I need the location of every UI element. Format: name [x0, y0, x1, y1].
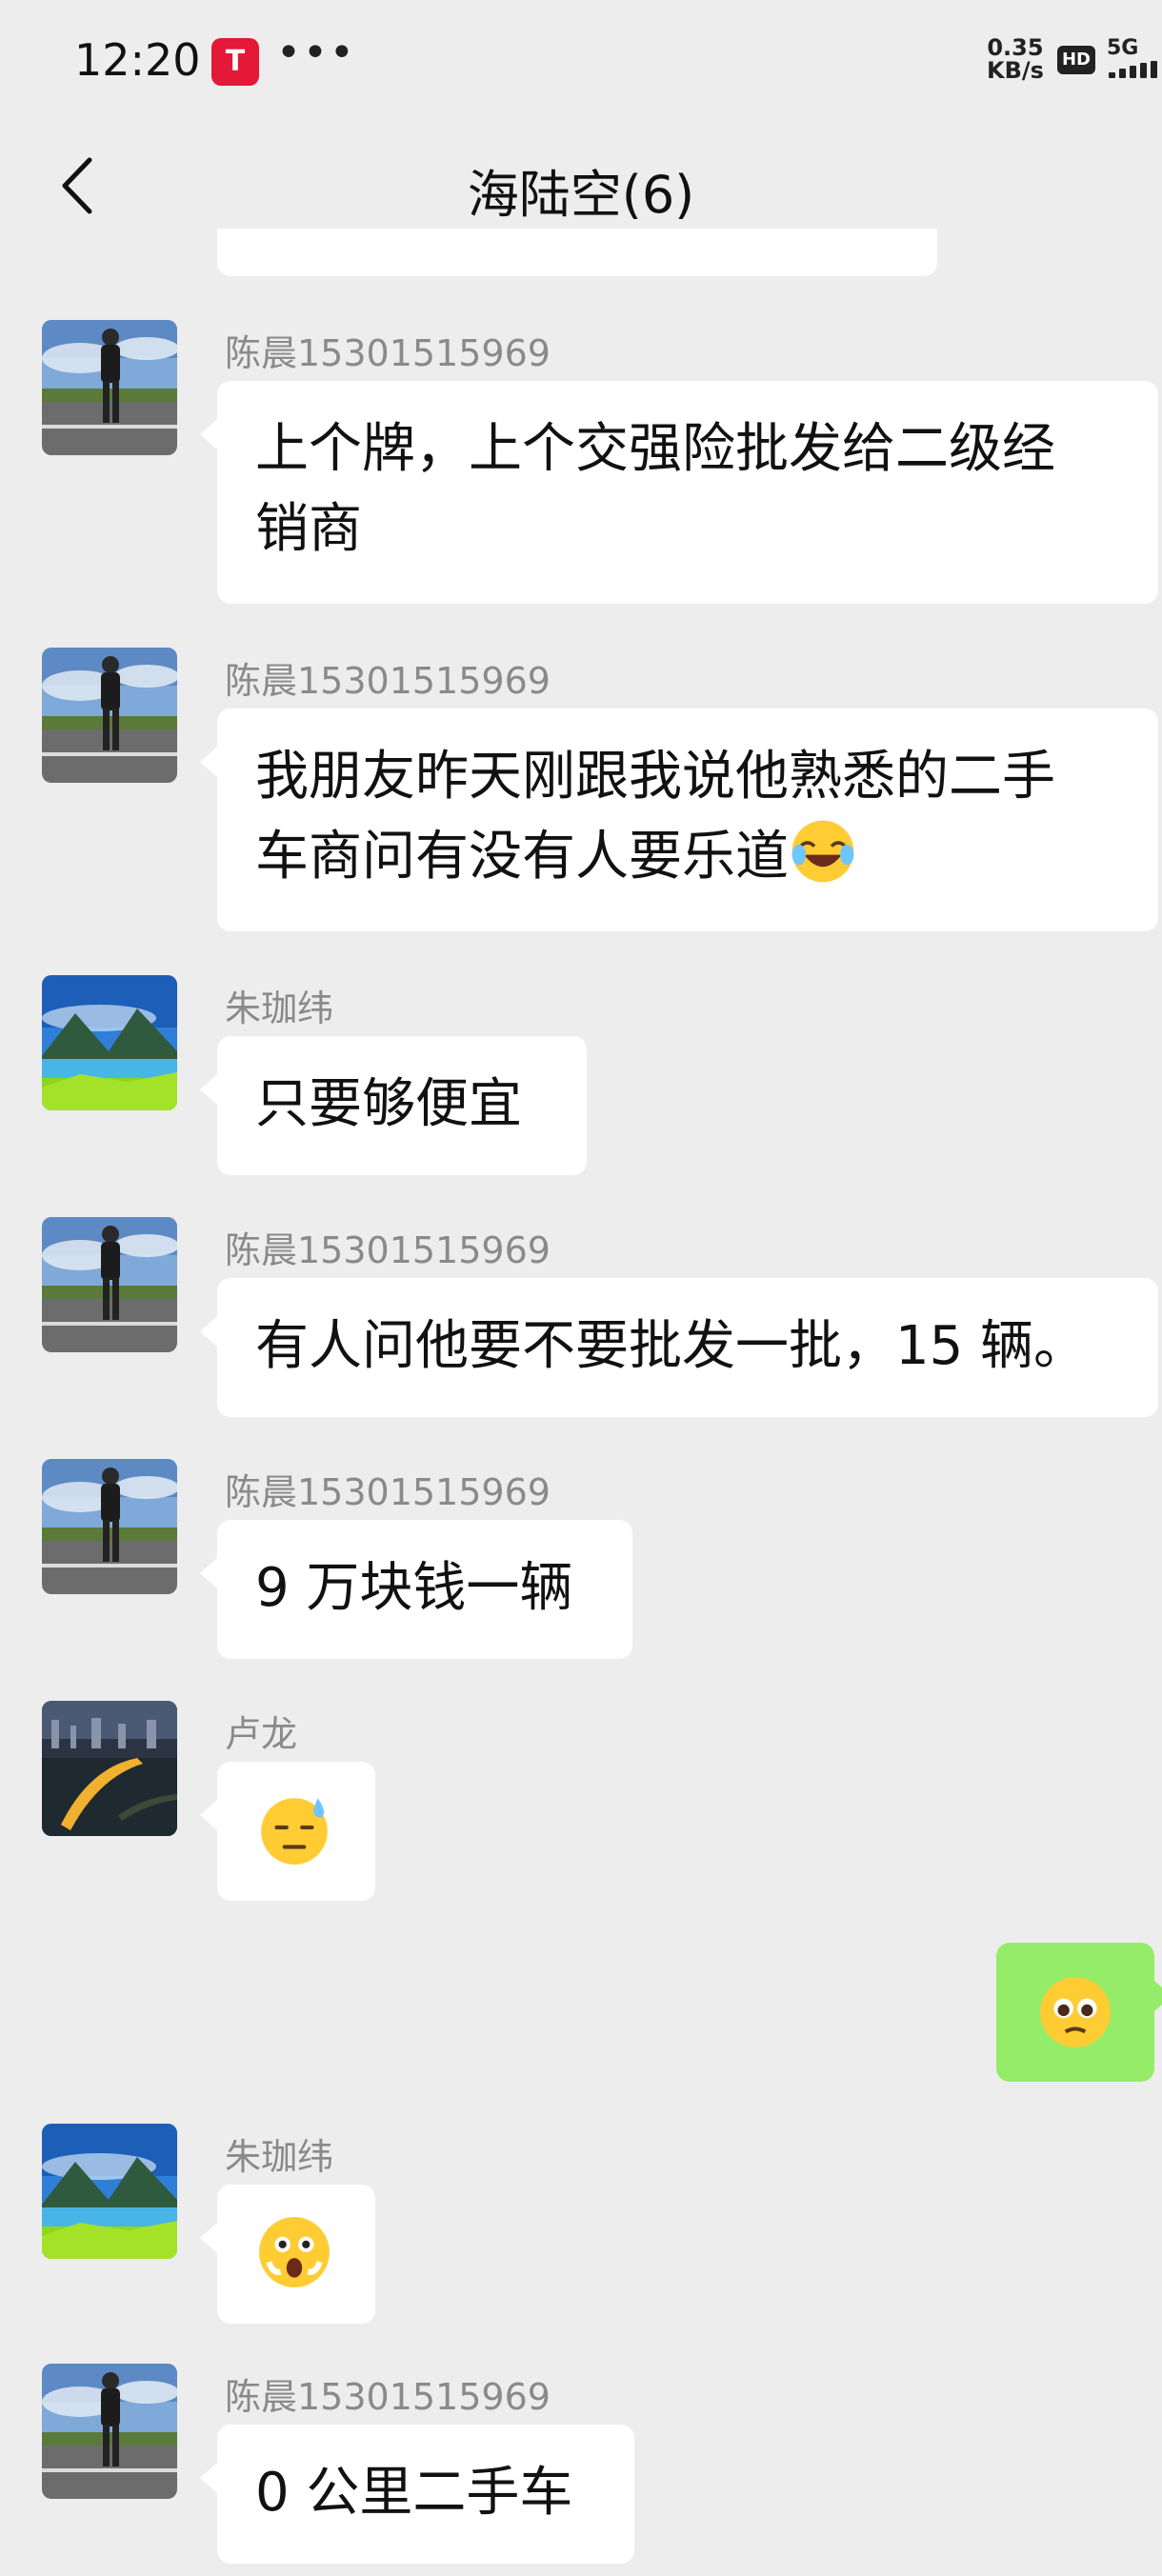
message-text: 9 万块钱一辆 [255, 1557, 573, 1619]
sender-name: 朱珈纬 [225, 2136, 334, 2178]
message-text-line: 销商 [255, 498, 362, 560]
message-text-line: 车商问有没有人要乐道 [255, 817, 1120, 897]
avatar[interactable] [42, 1701, 177, 1836]
message-bubble[interactable]: 有人问他要不要批发一批，15 辆。 [200, 1278, 1158, 1417]
avatar[interactable] [42, 2364, 177, 2499]
message-text: 车商问有没有人要乐道 [255, 826, 789, 888]
avatar[interactable] [42, 2124, 177, 2259]
sender-name: 陈晨15301515969 [225, 2376, 551, 2418]
hd-icon: HD [1057, 46, 1095, 74]
message-text: 0 公里二手车 [255, 2462, 573, 2524]
message-bubble[interactable]: 9 万块钱一辆 [200, 1520, 632, 1659]
avatar[interactable] [42, 320, 177, 455]
back-icon[interactable] [55, 154, 97, 217]
message-text: 有人问他要不要批发一批，15 辆。 [255, 1315, 1088, 1377]
message-bubble[interactable] [200, 1762, 375, 1901]
outgoing-message-bubble[interactable] [996, 1943, 1162, 2082]
sender-name: 陈晨15301515969 [225, 1471, 551, 1513]
status-bar: 12:20 T ••• 0.35 KB/s HD 5G [0, 0, 1162, 124]
sweat-face-emoji-icon [255, 1790, 333, 1868]
chat-title: 海陆空(6) [467, 165, 695, 225]
avatar[interactable] [42, 975, 177, 1110]
sender-name: 朱珈纬 [225, 988, 334, 1029]
message-text-line: 上个牌，上个交强险批发给二级经 [255, 418, 1055, 480]
sender-name: 陈晨15301515969 [225, 332, 551, 374]
message-bubble[interactable]: 我朋友昨天刚跟我说他熟悉的二手 车商问有没有人要乐道 [200, 709, 1158, 931]
avatar[interactable] [42, 1217, 177, 1352]
previous-message-bubble[interactable] [217, 229, 937, 276]
message-bubble[interactable]: 上个牌，上个交强险批发给二级经 销商 [200, 381, 1158, 604]
avatar[interactable] [42, 648, 177, 783]
message-bubble[interactable]: 0 公里二手车 [200, 2425, 634, 2564]
message-bubble[interactable] [200, 2185, 375, 2324]
pleading-face-emoji-icon [1036, 1973, 1114, 2051]
network-type: 5G [1107, 36, 1139, 60]
network-speed-value: 0.35 [987, 34, 1044, 61]
tesla-app-icon: T [211, 38, 259, 86]
sender-name: 陈晨15301515969 [225, 660, 551, 702]
network-speed: 0.35 KB/s [987, 36, 1044, 82]
sender-name: 陈晨15301515969 [225, 1229, 551, 1271]
sender-name: 卢龙 [225, 1713, 298, 1755]
avatar[interactable] [42, 1459, 177, 1594]
message-bubble[interactable]: 只要够便宜 [200, 1036, 587, 1175]
network-speed-unit: KB/s [987, 57, 1044, 84]
shocked-face-emoji-icon [255, 2213, 333, 2291]
message-text: 只要够便宜 [255, 1073, 522, 1135]
signal-icon: 5G [1107, 36, 1158, 78]
status-time: 12:20 [74, 34, 201, 86]
message-text-line: 我朋友昨天刚跟我说他熟悉的二手 [255, 746, 1055, 808]
more-notifications-icon: ••• [276, 29, 356, 77]
laughing-emoji-icon [789, 817, 857, 886]
